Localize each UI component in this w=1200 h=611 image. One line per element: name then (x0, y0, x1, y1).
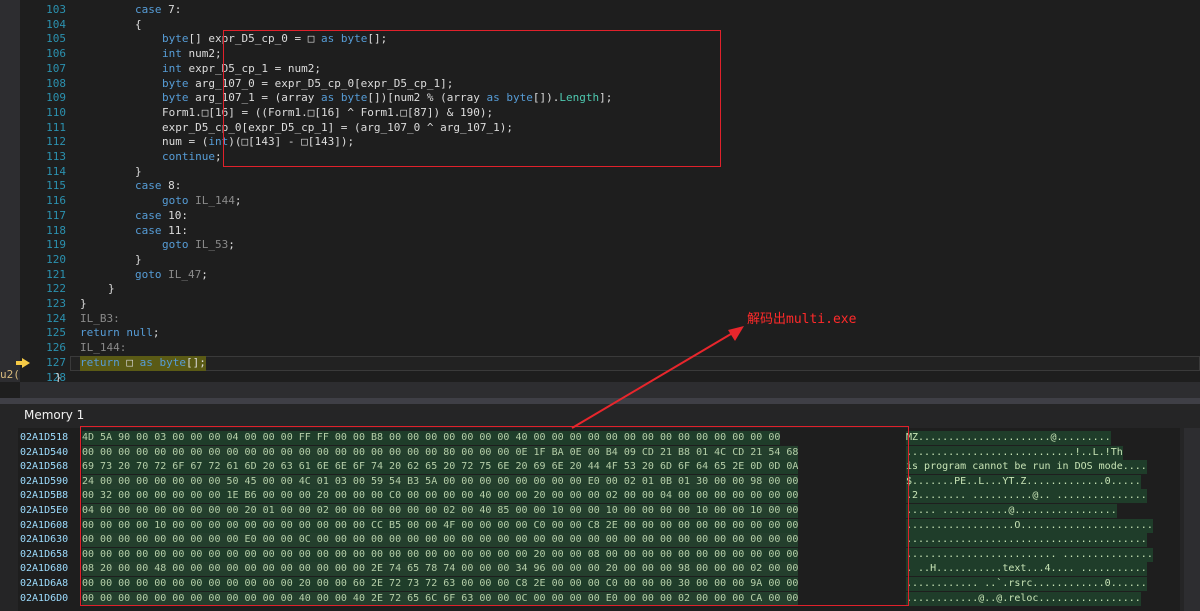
current-line-highlight (70, 356, 1200, 371)
memory-address: 02A1D590 (20, 475, 69, 487)
line-number: 114 (46, 164, 66, 178)
memory-ascii: ........................................ (906, 533, 1147, 548)
code-line: return null; (80, 326, 160, 340)
memory-ascii: ............................!..L.!Th (906, 445, 1123, 460)
line-number: 122 (46, 282, 66, 296)
code-line: int num2; (162, 47, 222, 61)
line-number: 115 (46, 179, 66, 193)
memory-address: 02A1D6A8 (20, 578, 69, 589)
memory-ascii: $.......PE..L...YT.Z.............0..... (906, 474, 1141, 489)
code-line: IL_144: (80, 341, 127, 355)
code-line: { (135, 17, 142, 31)
editor-horizontal-scrollbar[interactable] (20, 382, 1200, 398)
code-editor[interactable]: u2( u2 20 103104105106107108109110111112… (0, 0, 1200, 382)
line-number: 119 (46, 238, 66, 252)
line-number: 105 (46, 32, 66, 46)
memory-ascii: MZ......................@......... (906, 431, 1111, 445)
decode-loop-highlight-box (223, 30, 721, 167)
memory-ascii: ..................O.....................… (906, 518, 1153, 533)
annotation-label: 解码出multi.exe (747, 312, 857, 327)
memory-address: 02A1D630 (20, 534, 69, 546)
memory-address: 02A1D5B8 (20, 490, 69, 502)
left-edge-fragment: u2( (0, 368, 20, 381)
memory-vertical-scrollbar[interactable] (1184, 428, 1200, 611)
line-number-gutter: 103 104 105 106 107 108 109 110 111 112 113 114 115 1… (20, 0, 68, 382)
memory-address: 02A1D5E0 (20, 505, 69, 516)
line-number: 106 (46, 47, 66, 61)
line-number: 123 (46, 297, 66, 310)
code-line: IL_B3: (80, 311, 120, 325)
code-line: case 11: (135, 223, 188, 237)
line-number: 120 (46, 252, 66, 266)
memory-address: 02A1D658 (20, 548, 69, 560)
memory-address: 02A1D680 (20, 563, 69, 575)
line-number: 108 (46, 76, 66, 90)
left-edge-fragment: u2 (0, 381, 20, 382)
line-number: 107 (46, 61, 66, 75)
memory-ascii: ..... ...........@................. (906, 504, 1117, 518)
line-number: 117 (46, 208, 66, 222)
line-number: 126 (46, 341, 66, 355)
line-number: 125 (46, 326, 66, 340)
memory-address: 02A1D608 (20, 519, 69, 531)
memory-address: 02A1D6D0 (20, 592, 69, 604)
memory-ascii: ............ ..`.rsrc............0...... (906, 577, 1147, 591)
left-margin: u2( u2 20 (0, 0, 20, 382)
code-line: case 10: (135, 208, 188, 222)
line-number: 124 (46, 311, 66, 325)
code-line: } (108, 282, 115, 296)
code-line: case 8: (135, 179, 182, 193)
execution-pointer-icon (22, 358, 30, 368)
memory-window-title[interactable]: Memory 1 (20, 404, 224, 426)
line-number: 103 (46, 3, 66, 16)
code-line: goto IL_47; (135, 267, 208, 281)
line-number: 104 (46, 17, 66, 31)
code-line: } (135, 252, 142, 266)
code-line: } (80, 297, 87, 310)
code-line: continue; (162, 150, 222, 163)
code-line: goto IL_144; (162, 194, 242, 208)
line-number: 121 (46, 267, 66, 281)
line-number: 118 (46, 223, 66, 237)
code-line: return □ as byte[]; (80, 355, 206, 371)
line-number: 110 (46, 105, 66, 119)
memory-ascii: ............@..@.reloc................. (906, 591, 1141, 606)
line-number: 113 (46, 150, 66, 163)
code-line: } (55, 370, 62, 383)
line-number: 111 (46, 120, 66, 134)
memory-ascii: . ..H...........text...4.... ........... (906, 562, 1147, 577)
code-line: case 7: (135, 3, 182, 16)
memory-ascii: ......................... ..............… (906, 547, 1153, 562)
memory-address: 02A1D568 (20, 461, 69, 473)
memory-address: 02A1D540 (20, 446, 69, 458)
line-number: 109 (46, 91, 66, 105)
line-number: 112 (46, 135, 66, 149)
memory-ascii: .2........ ..........@.. ............... (906, 489, 1147, 504)
line-number: 116 (46, 194, 66, 208)
memory-ascii: is program cannot be run in DOS mode.... (906, 460, 1147, 475)
memory-address: 02A1D518 (20, 432, 69, 443)
code-line: } (135, 164, 142, 178)
code-line: goto IL_53; (162, 238, 235, 252)
decoded-pe-highlight-box (80, 426, 909, 606)
